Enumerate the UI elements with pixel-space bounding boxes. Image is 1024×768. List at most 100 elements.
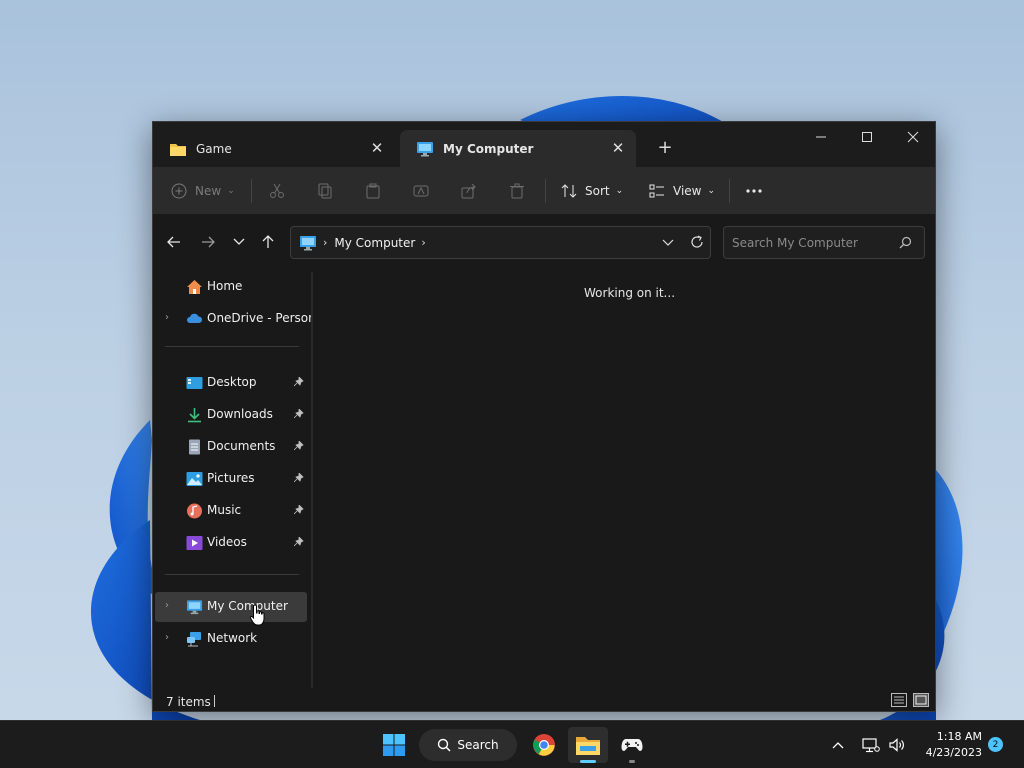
- minimize-button[interactable]: [798, 122, 844, 152]
- details-view-icon: [894, 696, 904, 704]
- navigation-pane: Home › OneDrive - Personal Desktop Downl…: [153, 268, 311, 688]
- close-tab-icon[interactable]: ✕: [369, 139, 385, 157]
- tab-my-computer[interactable]: My Computer ✕: [400, 130, 636, 167]
- up-button[interactable]: [255, 229, 281, 255]
- share-icon: [461, 183, 476, 199]
- title-bar: Game ✕ My Computer ✕ +: [153, 122, 935, 167]
- windows-logo-icon: [383, 734, 405, 756]
- arrow-right-icon: [202, 236, 215, 248]
- breadcrumb-location[interactable]: My Computer: [334, 236, 415, 250]
- pin-icon[interactable]: [293, 536, 304, 550]
- sidebar-item-documents[interactable]: Documents: [155, 432, 307, 462]
- search-input[interactable]: [732, 235, 892, 250]
- recent-locations-button[interactable]: [226, 229, 252, 255]
- search-box[interactable]: [723, 226, 925, 259]
- arrow-up-icon: [262, 235, 274, 248]
- sidebar-item-onedrive[interactable]: › OneDrive - Personal: [155, 304, 311, 334]
- forward-button[interactable]: [195, 229, 221, 255]
- new-tab-button[interactable]: +: [653, 136, 677, 158]
- sidebar-item-home[interactable]: Home: [155, 272, 307, 302]
- search-icon: [438, 738, 451, 752]
- monitor-icon: [417, 141, 433, 156]
- taskbar-search-button[interactable]: Search: [419, 729, 517, 761]
- sidebar-item-my-computer[interactable]: › My Computer: [155, 592, 307, 622]
- folder-icon: [576, 737, 600, 755]
- details-view-button[interactable]: [891, 693, 907, 707]
- breadcrumb-chevron-icon[interactable]: ›: [323, 236, 327, 249]
- active-app-indicator: [580, 760, 596, 763]
- notification-badge[interactable]: 2: [988, 737, 1003, 752]
- breadcrumb-chevron-icon[interactable]: ›: [421, 236, 425, 249]
- close-icon: [907, 131, 919, 143]
- sidebar-item-desktop[interactable]: Desktop: [155, 368, 307, 398]
- address-history-chevron-icon[interactable]: [662, 235, 674, 249]
- sort-button[interactable]: Sort ⌄: [561, 175, 623, 207]
- copy-icon: [318, 183, 332, 199]
- close-window-button[interactable]: [890, 122, 935, 152]
- chevron-down-icon: ⌄: [615, 186, 624, 196]
- clock-time: 1:18 AM: [936, 730, 982, 743]
- expand-chevron-icon[interactable]: ›: [165, 312, 169, 323]
- status-bar: 7 items: [153, 688, 935, 711]
- arrow-left-icon: [167, 236, 180, 248]
- back-button[interactable]: [161, 229, 187, 255]
- pin-icon[interactable]: [293, 440, 304, 454]
- maximize-icon: [862, 132, 872, 142]
- rename-button[interactable]: [413, 175, 429, 207]
- pin-icon[interactable]: [293, 408, 304, 422]
- file-list-area[interactable]: Working on it...: [313, 268, 935, 688]
- refresh-icon[interactable]: [690, 235, 704, 249]
- start-button[interactable]: [376, 727, 412, 763]
- chevron-up-icon: [832, 742, 844, 749]
- share-button[interactable]: [461, 175, 477, 207]
- cut-button[interactable]: [269, 175, 285, 207]
- new-button[interactable]: New ⌄: [171, 175, 235, 207]
- paste-button[interactable]: [365, 175, 381, 207]
- sidebar-item-downloads[interactable]: Downloads: [155, 400, 307, 430]
- close-tab-icon[interactable]: ✕: [610, 139, 626, 157]
- delete-button[interactable]: [509, 175, 525, 207]
- pin-icon[interactable]: [293, 504, 304, 518]
- maximize-button[interactable]: [844, 122, 890, 152]
- show-hidden-icons-button[interactable]: [832, 721, 850, 768]
- toolbar-divider: [729, 179, 730, 203]
- pin-icon[interactable]: [293, 472, 304, 486]
- search-icon: [899, 236, 912, 249]
- volume-button[interactable]: [888, 721, 906, 768]
- cloud-icon: [187, 313, 203, 323]
- pin-icon[interactable]: [293, 376, 304, 390]
- expand-chevron-icon[interactable]: ›: [165, 632, 169, 643]
- view-label: View: [673, 184, 702, 198]
- tab-game[interactable]: Game ✕: [153, 130, 395, 167]
- system-clock[interactable]: 1:18 AM 4/23/2023: [916, 729, 982, 761]
- chevron-down-icon: [233, 238, 245, 245]
- expand-chevron-icon[interactable]: ›: [165, 600, 169, 611]
- more-icon: [746, 189, 762, 193]
- address-bar[interactable]: › My Computer ›: [290, 226, 711, 259]
- loading-message: Working on it...: [584, 286, 676, 300]
- file-explorer-taskbar-button[interactable]: [568, 727, 608, 763]
- game-app-taskbar-button[interactable]: [614, 727, 650, 763]
- sidebar-divider: [165, 574, 299, 575]
- network-icon: [187, 632, 201, 647]
- sidebar-item-network[interactable]: › Network: [155, 624, 307, 654]
- network-status-button[interactable]: [862, 721, 880, 768]
- toolbar-divider: [251, 179, 252, 203]
- sidebar-item-videos[interactable]: Videos: [155, 528, 307, 558]
- file-explorer-window: Game ✕ My Computer ✕ + New ⌄ Sort ⌄ View…: [152, 121, 936, 712]
- more-options-button[interactable]: [745, 175, 763, 207]
- tab-label: Game: [196, 141, 232, 156]
- copy-button[interactable]: [317, 175, 333, 207]
- sidebar-item-music[interactable]: Music: [155, 496, 307, 526]
- view-button[interactable]: View ⌄: [649, 175, 715, 207]
- chevron-down-icon: ⌄: [227, 186, 235, 196]
- status-separator: [214, 695, 215, 707]
- trash-icon: [510, 183, 524, 199]
- sidebar-item-pictures[interactable]: Pictures: [155, 464, 307, 494]
- chrome-taskbar-button[interactable]: [526, 727, 562, 763]
- video-icon: [186, 536, 203, 550]
- sidebar-item-label: Network: [207, 631, 258, 645]
- tiles-view-button[interactable]: [913, 693, 929, 707]
- clipboard-icon: [366, 183, 380, 199]
- tab-label: My Computer: [443, 141, 534, 156]
